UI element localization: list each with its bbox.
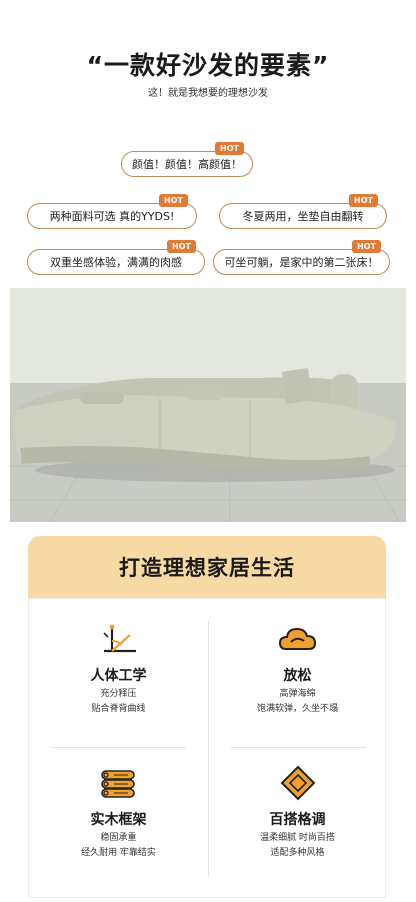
feature-card: 百搭格调 温柔细腻 时尚百搭 适配多种风格: [208, 765, 387, 859]
hot-badge: HOT: [167, 240, 196, 253]
wood-frame-icon: [100, 770, 135, 798]
feature-card-title: 实木框架: [90, 812, 147, 828]
diamond-icon: [280, 765, 315, 801]
feature-card-line: 经久耐用 牢靠结实: [81, 848, 156, 858]
feature-pill-label: 冬夏两用，坐垫自由翻转: [242, 210, 364, 223]
hot-badge: HOT: [352, 240, 381, 253]
feature-card-line: 充分释压: [100, 689, 137, 699]
feature-card: 实木框架 稳固承重 经久耐用 牢靠结实: [29, 765, 208, 859]
feature-pill-label: 可坐可躺，是家中的第二张床！: [224, 256, 379, 269]
section-banner: 打造理想家居生活: [28, 536, 386, 598]
feature-card: 放松 高弹海绵 饱满软弹，久坐不塌: [208, 621, 387, 715]
feature-pill: HOT 颜值！颜值！高颜值！: [121, 142, 253, 177]
feature-pill-label: 颜值！颜值！高颜值！: [132, 158, 242, 171]
feature-pill: HOT 两种面料可选 真的YYDS!: [27, 194, 197, 229]
feature-card-line: 适配多种风格: [270, 848, 325, 858]
feature-pill-label: 两种面料可选 真的YYDS!: [49, 210, 175, 223]
lifestyle-section: 打造理想家居生活 人体工学 充分释压 贴合脊背曲线 放松 高弹海绵 饱满软弹，久…: [0, 530, 416, 902]
feature-card-line: 温柔细腻 时尚百搭: [260, 833, 335, 843]
feature-card-title: 百搭格调: [269, 812, 326, 828]
ergonomics-icon: [102, 624, 136, 653]
feature-pill: HOT 可坐可躺，是家中的第二张床！: [213, 240, 390, 275]
divider: [231, 747, 366, 748]
section-banner-title: 打造理想家居生活: [119, 556, 295, 580]
feature-card-panel: 人体工学 充分释压 贴合脊背曲线 放松 高弹海绵 饱满软弹，久坐不塌 实木框架 …: [28, 598, 386, 898]
feature-card-line: 高弹海绵: [279, 689, 316, 699]
feature-pill: HOT 冬夏两用，坐垫自由翻转: [219, 194, 387, 229]
cloud-icon: [278, 627, 316, 650]
feature-pill-label: 双重坐感体验，满满的肉感: [50, 256, 182, 269]
hot-badge: HOT: [215, 142, 244, 155]
feature-header-section: “一款好沙发的要素” 这！就是我想要的理想沙发 HOT 颜值！颜值！高颜值！ H…: [0, 0, 416, 288]
feature-pill: HOT 双重坐感体验，满满的肉感: [27, 240, 205, 275]
feature-card-line: 贴合脊背曲线: [91, 704, 146, 714]
page-title: “一款好沙发的要素”: [86, 51, 330, 80]
divider: [51, 747, 186, 748]
feature-card-line: 稳固承重: [100, 833, 137, 843]
hot-badge: HOT: [159, 194, 188, 207]
feature-card-title: 人体工学: [90, 668, 147, 684]
feature-card-title: 放松: [283, 668, 312, 684]
feature-card: 人体工学 充分释压 贴合脊背曲线: [29, 621, 208, 715]
sofa-photo: [10, 288, 406, 522]
feature-card-line: 饱满软弹，久坐不塌: [256, 704, 338, 714]
hot-badge: HOT: [349, 194, 378, 207]
page-subtitle: 这！就是我想要的理想沙发: [148, 88, 268, 99]
